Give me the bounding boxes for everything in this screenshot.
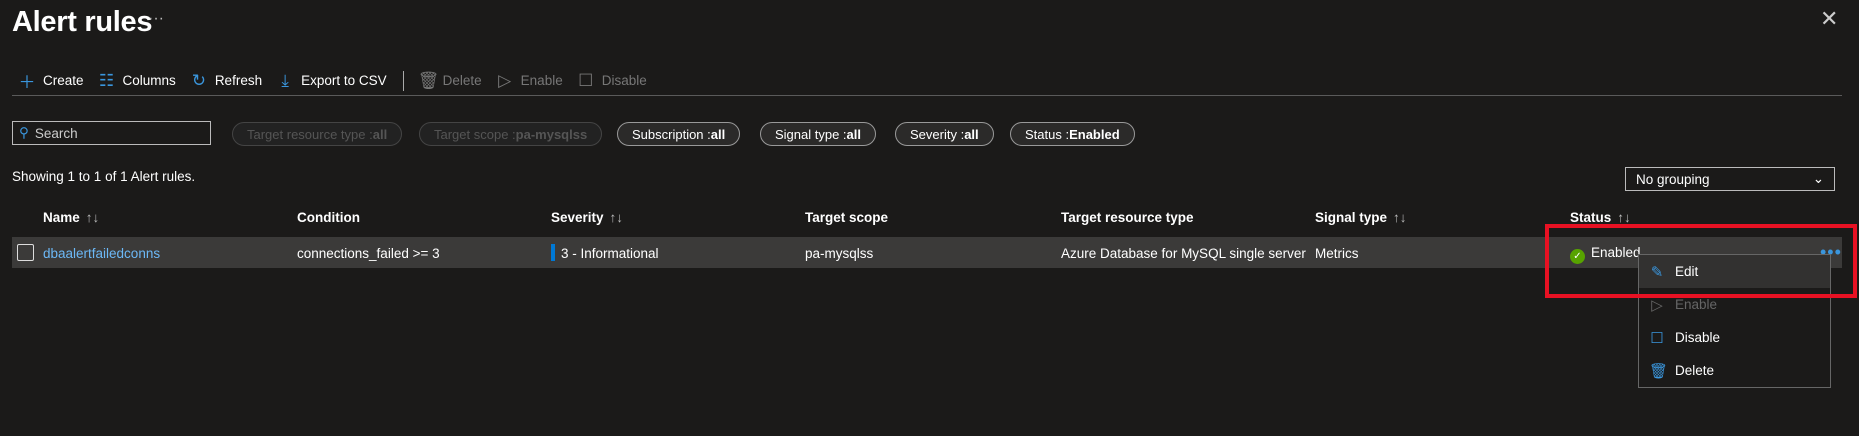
export-csv-button[interactable]: ⤓ Export to CSV	[276, 70, 387, 91]
play-icon: ▷	[1651, 296, 1663, 314]
rule-name-link[interactable]: dbaalertfailedconns	[43, 246, 160, 261]
filter-value: pa-mysqlss	[515, 126, 588, 142]
search-input[interactable]: ⚲ Search	[12, 121, 211, 145]
filter-label: Target resource type :	[247, 126, 373, 142]
toolbar-divider-line	[12, 95, 1842, 96]
menu-label: Disable	[1675, 330, 1721, 345]
check-circle-icon: ✓	[1570, 249, 1585, 264]
refresh-button[interactable]: ↻ Refresh	[190, 71, 262, 91]
grouping-value: No grouping	[1636, 171, 1710, 187]
target-scope-cell: pa-mysqlss	[805, 246, 874, 261]
target-resource-type-cell: Azure Database for MySQL single server	[1061, 246, 1306, 261]
filter-severity[interactable]: Severity : all	[895, 122, 994, 146]
menu-item-edit[interactable]: ✎ Edit	[1639, 255, 1830, 288]
filter-subscription[interactable]: Subscription : all	[617, 122, 741, 146]
delete-label: Delete	[442, 73, 482, 88]
columns-icon: ☷	[98, 70, 115, 90]
pencil-icon: ✎	[1650, 263, 1664, 281]
table-row[interactable]	[12, 237, 1842, 268]
disable-button[interactable]: ☐ Disable	[577, 71, 647, 91]
toolbar-divider	[402, 70, 404, 91]
trash-icon: 🗑	[1649, 362, 1669, 380]
grouping-dropdown[interactable]: No grouping ⌄	[1625, 167, 1835, 191]
menu-label: Enable	[1675, 297, 1718, 312]
header-label: Name	[43, 210, 80, 225]
column-header-condition: Condition	[297, 210, 360, 225]
filter-label: Signal type :	[775, 126, 847, 142]
column-header-severity[interactable]: Severity ↑↓	[551, 210, 623, 225]
filter-label: Subscription :	[632, 126, 711, 142]
header-label: Status	[1570, 210, 1612, 225]
stop-icon: ☐	[578, 70, 594, 90]
sort-icon: ↑↓	[609, 210, 624, 225]
trash-icon: 🗑	[417, 70, 440, 90]
menu-label: Edit	[1675, 264, 1699, 279]
stop-icon: ☐	[1650, 329, 1664, 347]
columns-label: Columns	[122, 73, 176, 88]
filter-value: all	[846, 126, 862, 142]
condition-cell: connections_failed >= 3	[297, 246, 440, 261]
severity-cell: 3 - Informational	[561, 246, 659, 261]
search-placeholder: Search	[34, 125, 78, 141]
menu-label: Delete	[1675, 363, 1715, 378]
filter-label: Target scope :	[434, 126, 516, 142]
severity-indicator	[551, 244, 555, 261]
filter-label: Status :	[1025, 126, 1070, 142]
column-header-status[interactable]: Status ↑↓	[1570, 210, 1631, 225]
disable-label: Disable	[601, 73, 647, 88]
menu-item-delete[interactable]: 🗑 Delete	[1639, 354, 1830, 387]
close-button[interactable]: ✕	[1820, 6, 1838, 32]
delete-button[interactable]: 🗑 Delete	[418, 71, 482, 91]
menu-item-disable[interactable]: ☐ Disable	[1639, 321, 1830, 354]
play-icon: ▷	[498, 70, 512, 90]
enable-label: Enable	[520, 73, 563, 88]
refresh-icon: ↻	[191, 70, 206, 90]
results-count: Showing 1 to 1 of 1 Alert rules.	[12, 169, 196, 184]
column-header-target-resource-type: Target resource type	[1061, 210, 1194, 225]
header-label: Severity	[551, 210, 604, 225]
filter-value: Enabled	[1069, 126, 1120, 142]
sort-icon: ↑↓	[1393, 210, 1407, 225]
download-icon: ⤓	[281, 70, 289, 90]
context-menu: ✎ Edit ▷ Enable ☐ Disable 🗑 Delete	[1638, 254, 1831, 388]
refresh-label: Refresh	[214, 73, 263, 88]
sort-icon: ↑↓	[1617, 210, 1631, 225]
filter-label: Severity :	[910, 126, 965, 142]
page-title: Alert rules	[12, 6, 153, 38]
menu-item-enable[interactable]: ▷ Enable	[1639, 288, 1830, 321]
filter-signal-type[interactable]: Signal type : all	[760, 122, 877, 146]
column-header-name[interactable]: Name ↑↓	[43, 210, 99, 225]
filter-target-resource-type[interactable]: Target resource type : all	[232, 122, 403, 146]
column-header-target-scope: Target scope	[805, 210, 889, 225]
filter-status[interactable]: Status : Enabled	[1010, 122, 1135, 146]
row-checkbox[interactable]	[17, 244, 34, 261]
chevron-down-icon: ⌄	[1812, 171, 1824, 186]
sort-icon: ↑↓	[85, 210, 100, 225]
status-cell: ✓ Enabled	[1570, 245, 1641, 264]
enable-button[interactable]: ▷ Enable	[496, 71, 563, 91]
toolbar: ＋ Create ☷ Columns ↻ Refresh ⤓ Export to CSV…	[18, 68, 661, 93]
plus-icon: ＋	[18, 73, 36, 92]
filter-target-scope[interactable]: Target scope : pa-mysqlss	[419, 122, 603, 146]
filter-value: all	[372, 126, 388, 142]
status-label: Enabled	[1591, 245, 1641, 260]
filter-value: all	[710, 126, 726, 142]
columns-button[interactable]: ☷ Columns	[98, 71, 176, 91]
filter-value: all	[964, 126, 979, 142]
header-label: Signal type	[1315, 210, 1388, 225]
signal-type-cell: Metrics	[1315, 246, 1359, 261]
create-label: Create	[43, 73, 84, 88]
create-button[interactable]: ＋ Create	[18, 68, 84, 93]
column-header-signal-type[interactable]: Signal type ↑↓	[1315, 210, 1407, 225]
more-options-button[interactable]: ···	[148, 10, 164, 28]
export-label: Export to CSV	[301, 73, 387, 88]
search-icon: ⚲	[19, 125, 29, 140]
